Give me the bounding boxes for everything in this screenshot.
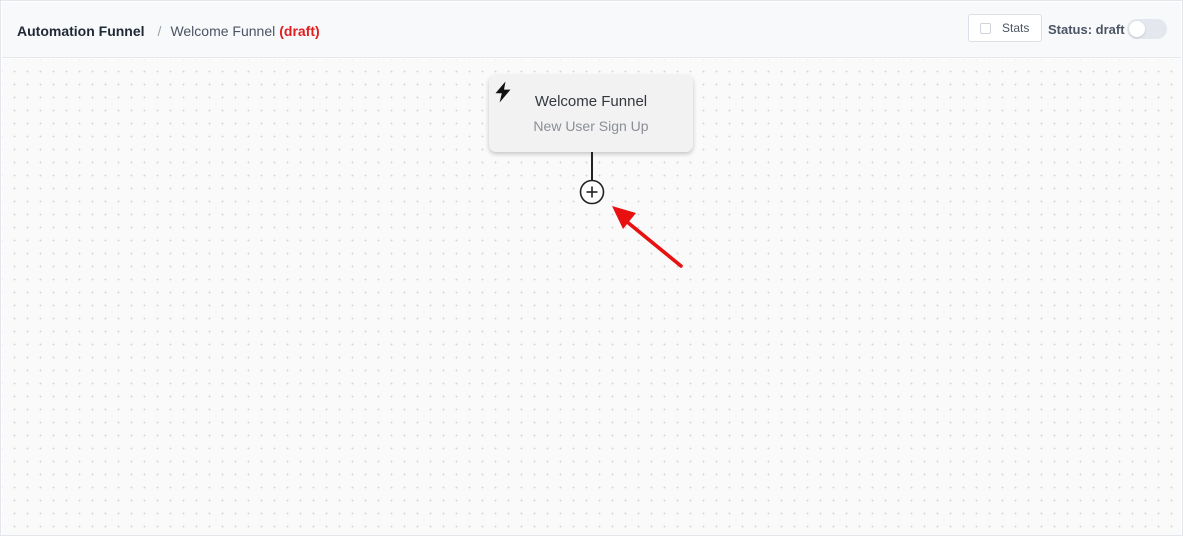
status-label: Status: draft — [1048, 22, 1125, 37]
funnel-editor: Automation Funnel / Welcome Funnel (draf… — [0, 0, 1183, 536]
header-bar: Automation Funnel / Welcome Funnel (draf… — [2, 2, 1181, 58]
toggle-knob — [1129, 21, 1145, 37]
stats-label: Stats — [1002, 21, 1030, 35]
node-connector-line — [591, 152, 593, 180]
trigger-title: Welcome Funnel — [534, 93, 648, 110]
status-toggle-switch[interactable] — [1127, 19, 1167, 39]
stats-checkbox[interactable] — [980, 22, 991, 34]
breadcrumb-root-link[interactable]: Automation Funnel — [17, 23, 145, 39]
breadcrumb: Automation Funnel / Welcome Funnel (draf… — [17, 23, 320, 39]
stats-toggle-button[interactable]: Stats — [968, 14, 1042, 42]
trigger-subtitle: New User Sign Up — [533, 118, 649, 134]
annotation-arrow — [612, 206, 683, 268]
breadcrumb-current: Welcome Funnel — [170, 23, 276, 39]
breadcrumb-separator: / — [157, 23, 162, 39]
trigger-node-card[interactable]: Welcome Funnel New User Sign Up — [489, 75, 693, 152]
draft-status-label: (draft) — [279, 23, 320, 39]
funnel-canvas[interactable]: Welcome Funnel New User Sign Up — [2, 59, 1181, 535]
